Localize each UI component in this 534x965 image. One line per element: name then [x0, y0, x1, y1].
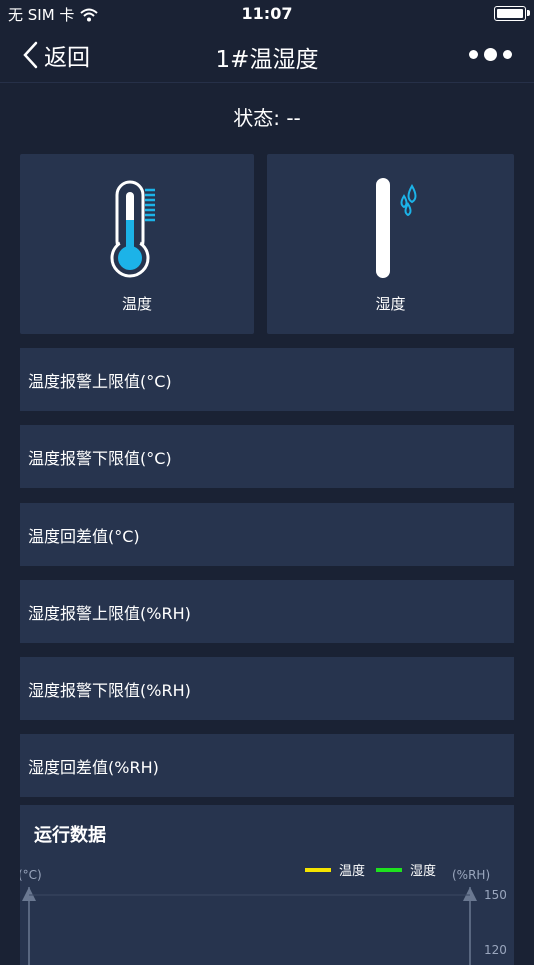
more-button[interactable] — [469, 48, 512, 61]
right-tick-label: 150 — [484, 888, 507, 902]
param-row-temp-high[interactable]: 温度报警上限值(°C) — [20, 348, 514, 411]
humidity-label: 湿度 — [375, 295, 406, 313]
param-row-temp-low[interactable]: 温度报警下限值(°C) — [20, 425, 514, 488]
left-axis-unit: (°C) — [20, 868, 42, 882]
param-label: 湿度回差值(%RH) — [28, 758, 159, 777]
humidity-card[interactable]: 湿度 — [267, 154, 514, 334]
status-bar: 无 SIM 卡 11:07 — [0, 0, 534, 28]
page-title: 1#温湿度 — [215, 47, 319, 73]
param-label: 温度报警上限值(°C) — [28, 372, 172, 391]
right-axis-arrow-icon — [463, 887, 477, 901]
temperature-card[interactable]: 温度 — [20, 154, 254, 334]
param-label: 湿度报警上限值(%RH) — [28, 604, 191, 623]
run-data-title: 运行数据 — [34, 825, 106, 846]
more-dot-icon — [484, 48, 497, 61]
run-data-chart: (°C) (%RH) 150 120 — [20, 868, 507, 965]
right-axis-unit: (%RH) — [452, 868, 490, 882]
clock: 11:07 — [241, 4, 293, 23]
param-label: 温度报警下限值(°C) — [28, 449, 172, 468]
left-axis-arrow-icon — [22, 887, 36, 901]
more-dot-icon — [503, 50, 512, 59]
right-tick-label: 120 — [484, 943, 507, 957]
battery-icon — [494, 6, 530, 21]
param-row-temp-hysteresis[interactable]: 温度回差值(°C) — [20, 503, 514, 566]
param-label: 温度回差值(°C) — [28, 527, 140, 546]
temperature-label: 温度 — [121, 295, 152, 313]
param-row-humidity-low[interactable]: 湿度报警下限值(%RH) — [20, 657, 514, 720]
navigation-bar: 返回 1#温湿度 — [0, 28, 534, 83]
humidity-gauge-icon — [375, 178, 416, 278]
more-dot-icon — [469, 50, 478, 59]
device-status: 状态: -- — [233, 106, 301, 130]
param-row-humidity-hysteresis[interactable]: 湿度回差值(%RH) — [20, 734, 514, 797]
run-data-panel: 运行数据 温度 湿度 (°C) (%RH) 150 120 — [20, 805, 514, 965]
thermometer-icon — [110, 180, 155, 278]
param-label: 湿度报警下限值(%RH) — [28, 681, 191, 700]
param-row-humidity-high[interactable]: 湿度报警上限值(%RH) — [20, 580, 514, 643]
